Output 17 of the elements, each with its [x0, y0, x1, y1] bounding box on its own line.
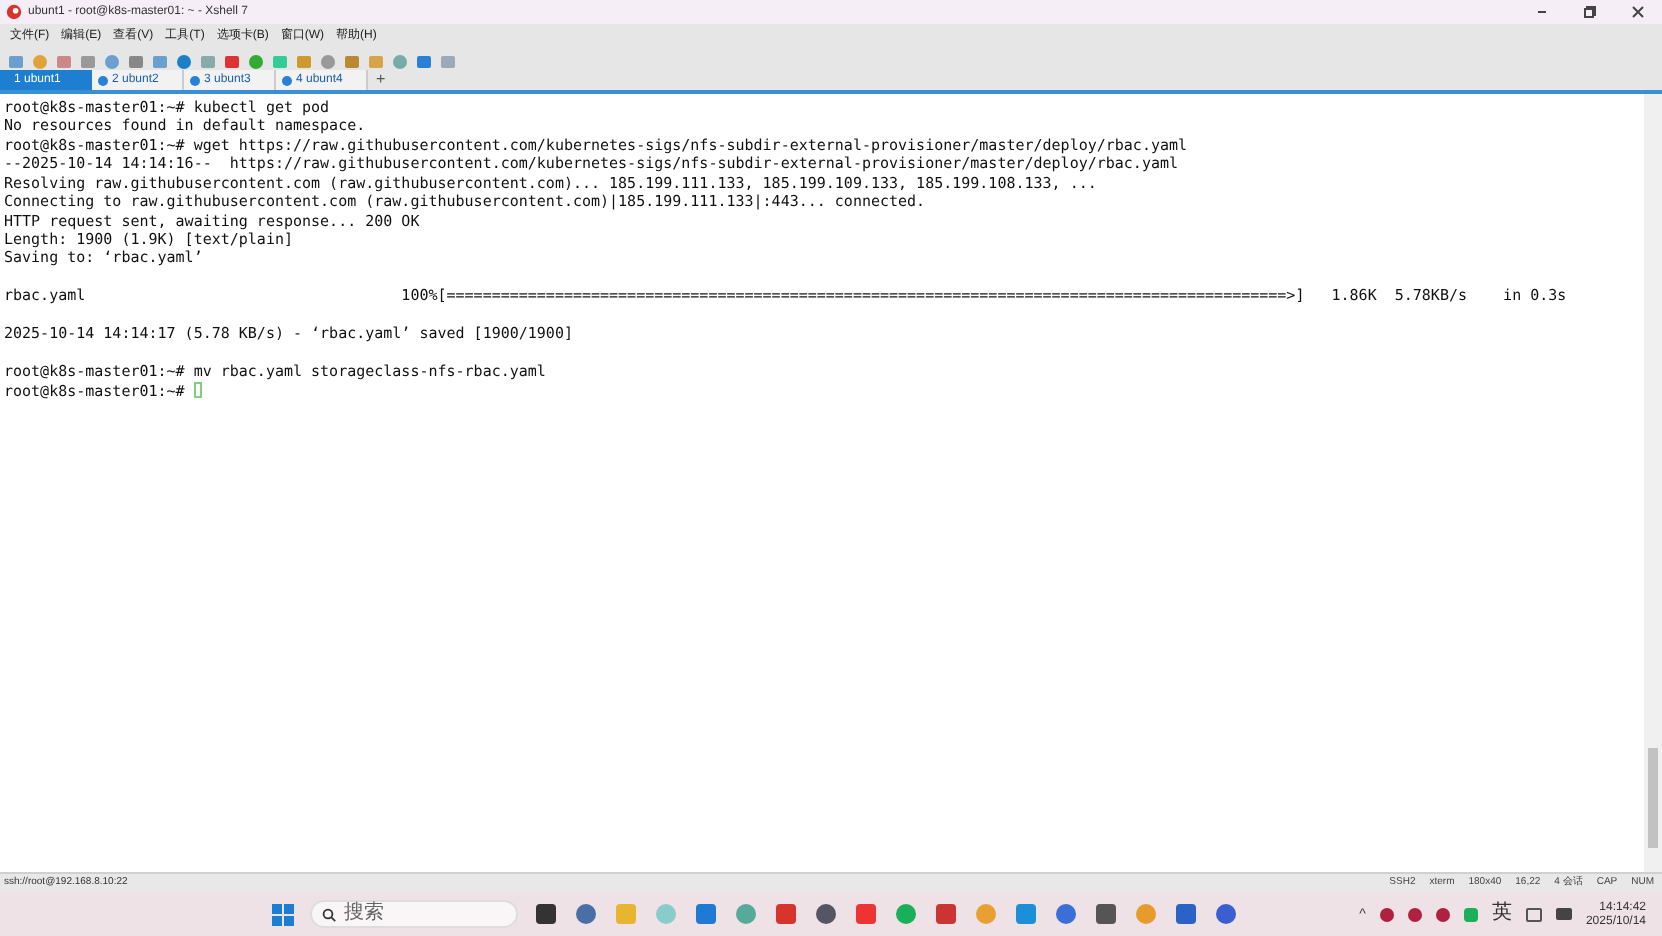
network-icon[interactable]: [1525, 907, 1542, 921]
app-logo-icon: [6, 4, 22, 20]
input-method-indicator[interactable]: 英: [1491, 904, 1512, 924]
session-status-icon: [282, 75, 292, 85]
scrollbar[interactable]: [1644, 94, 1662, 872]
search-placeholder: 搜索: [344, 904, 384, 924]
windows-start-icon[interactable]: [272, 903, 294, 925]
taskbar-search-field[interactable]: 搜索: [310, 900, 518, 928]
scrollbar-thumb[interactable]: [1648, 748, 1658, 848]
session-status-icon: [98, 75, 108, 85]
minimize-icon: [1536, 6, 1548, 18]
close-icon: [1632, 6, 1644, 18]
volume-icon[interactable]: [1555, 908, 1572, 920]
search-icon: [322, 907, 336, 921]
restore-icon: [1584, 6, 1596, 18]
new-tab-button[interactable]: +: [368, 70, 394, 90]
session-status-icon: [190, 75, 200, 85]
